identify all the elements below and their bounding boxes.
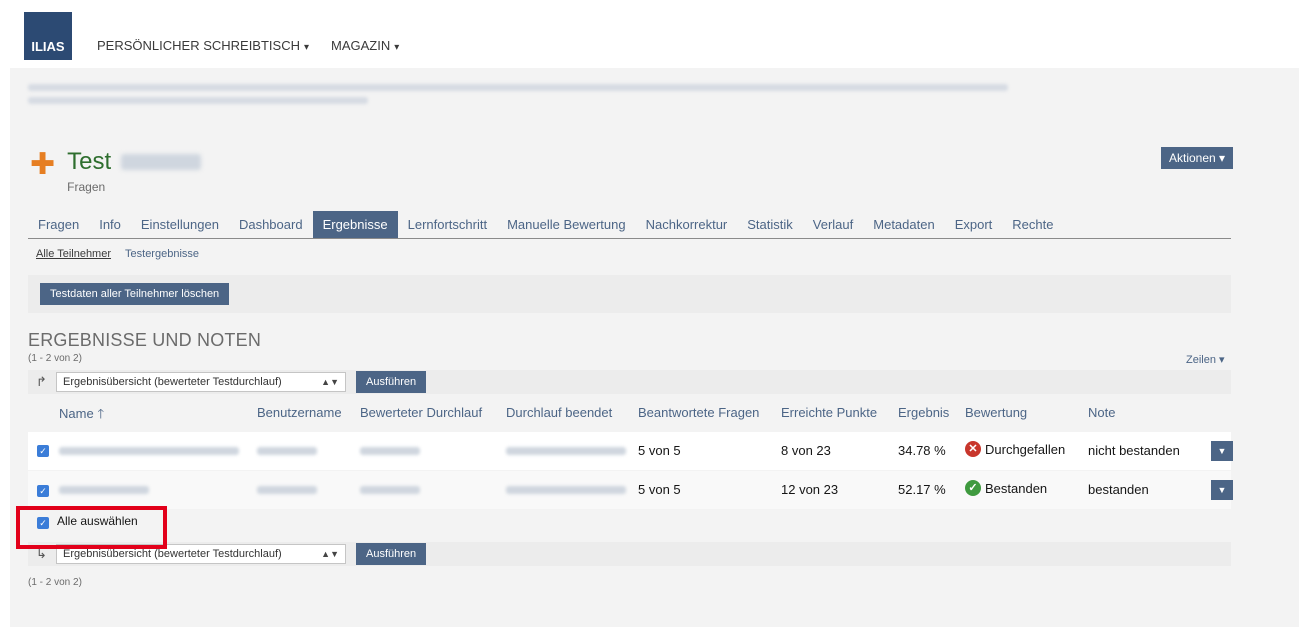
main-menu: PERSÖNLICHER SCHREIBTISCH ▾ MAGAZIN ▾	[97, 38, 399, 53]
result-cell: 52.17 %	[898, 482, 946, 497]
table-header: Name 🡑 Benutzername Bewerteter Durchlauf…	[28, 398, 1231, 428]
tab-statistik[interactable]: Statistik	[737, 211, 803, 238]
breadcrumb[interactable]	[28, 78, 1028, 112]
passed-check-icon: ✓	[965, 480, 981, 496]
tab-nachkorrektur[interactable]: Nachkorrektur	[636, 211, 738, 238]
tab-lernfortschritt[interactable]: Lernfortschritt	[398, 211, 497, 238]
select-arrows-icon: ▲▼	[321, 549, 339, 559]
points-cell: 8 von 23	[781, 443, 831, 458]
blurred-graded-run	[360, 447, 420, 455]
sort-up-arrow-icon: 🡑	[97, 406, 105, 421]
blurred-graded-run	[360, 486, 420, 494]
execute-button-bottom[interactable]: Ausführen	[356, 543, 427, 565]
highlight-box	[16, 506, 167, 549]
command-bar-top: ↱ Ergebnisübersicht (bewerteter Testdurc…	[28, 370, 1231, 394]
results-section-title: ERGEBNISSE UND NOTEN	[28, 330, 262, 350]
row-actions-dropdown[interactable]: ▼	[1211, 441, 1233, 461]
points-cell: 12 von 23	[781, 482, 839, 497]
blurred-name	[59, 486, 149, 494]
blurred-username	[257, 447, 317, 455]
results-count-bottom: (1 - 2 von 2)	[28, 577, 82, 588]
mark-cell: bestanden	[1088, 482, 1149, 497]
command-select-top[interactable]: Ergebnisübersicht (bewerteter Testdurchl…	[56, 372, 346, 392]
row-checkbox[interactable]: ✓	[37, 485, 49, 497]
table-row: ✓ 5 von 5 8 von 23 34.78 % ✕ Durchgefall…	[28, 432, 1233, 470]
mark-cell: nicht bestanden	[1088, 443, 1180, 458]
blurred-run-finished	[506, 486, 626, 494]
tab-verlauf[interactable]: Verlauf	[803, 211, 863, 238]
breadcrumb-blurred-line	[28, 84, 1008, 91]
ilias-logo[interactable]: ILIAS	[24, 12, 72, 60]
column-header-graded-run[interactable]: Bewerteter Durchlauf	[360, 405, 482, 420]
toolbar: Testdaten aller Teilnehmer löschen	[28, 275, 1231, 313]
caret-down-icon: ▾	[394, 42, 400, 53]
column-header-username[interactable]: Benutzername	[257, 405, 342, 420]
table-row: ✓ 5 von 5 12 von 23 52.17 % ✓ Bestanden …	[28, 471, 1233, 509]
rating-cell: ✕ Durchgefallen	[965, 441, 1065, 457]
result-cell: 34.78 %	[898, 443, 946, 458]
tab-export[interactable]: Export	[945, 211, 1003, 238]
command-bar-bottom: ↳ Ergebnisübersicht (bewerteter Testdurc…	[28, 542, 1231, 566]
page-subtitle: Fragen	[67, 180, 106, 194]
blurred-run-finished	[506, 447, 626, 455]
results-count-top: (1 - 2 von 2)	[28, 353, 82, 364]
tab-manuelle-bewertung[interactable]: Manuelle Bewertung	[497, 211, 636, 238]
blurred-date	[121, 154, 202, 170]
delete-all-test-data-button[interactable]: Testdaten aller Teilnehmer löschen	[40, 283, 230, 305]
tab-einstellungen[interactable]: Einstellungen	[131, 211, 229, 238]
subtab-all-participants[interactable]: Alle Teilnehmer	[36, 248, 111, 260]
caret-down-icon: ▾	[1219, 151, 1226, 165]
menu-repository[interactable]: MAGAZIN ▾	[331, 38, 399, 53]
select-arrows-icon: ▲▼	[321, 377, 339, 387]
rows-per-page-selector[interactable]: Zeilen ▾	[1186, 353, 1225, 366]
column-header-answered[interactable]: Beantwortete Fragen	[638, 405, 759, 420]
tab-ergebnisse[interactable]: Ergebnisse	[312, 211, 398, 238]
tab-metadaten[interactable]: Metadaten	[863, 211, 944, 238]
tab-dashboard[interactable]: Dashboard	[229, 211, 313, 238]
puzzle-icon: ✚	[30, 148, 56, 181]
subtab-test-results[interactable]: Testergebnisse	[125, 248, 199, 260]
caret-down-icon: ▼	[1217, 485, 1227, 495]
sub-tabs: Alle Teilnehmer Testergebnisse	[36, 248, 199, 260]
page-title: Test	[67, 148, 202, 176]
tab-rechte[interactable]: Rechte	[1002, 211, 1063, 238]
caret-down-icon: ▾	[1219, 354, 1225, 366]
caret-down-icon: ▾	[303, 42, 310, 53]
row-checkbox[interactable]: ✓	[37, 445, 49, 457]
blurred-name	[59, 447, 239, 455]
failed-x-icon: ✕	[965, 441, 981, 457]
tab-bar: Fragen Info Einstellungen Dashboard Erge…	[28, 211, 1231, 239]
row-actions-dropdown[interactable]: ▼	[1211, 480, 1233, 500]
column-header-mark[interactable]: Note	[1088, 405, 1115, 420]
column-header-points[interactable]: Erreichte Punkte	[781, 405, 877, 420]
column-header-rating[interactable]: Bewertung	[965, 405, 1027, 420]
caret-down-icon: ▼	[1217, 446, 1227, 456]
answered-cell: 5 von 5	[638, 443, 681, 458]
tab-info[interactable]: Info	[89, 211, 131, 238]
arrow-turn-up-right-icon: ↱	[36, 374, 47, 389]
page-header: ✚ Test Fragen	[30, 148, 202, 194]
column-header-result[interactable]: Ergebnis	[898, 405, 949, 420]
rating-cell: ✓ Bestanden	[965, 480, 1047, 496]
blurred-username	[257, 486, 317, 494]
actions-button[interactable]: Aktionen ▾	[1161, 147, 1234, 169]
answered-cell: 5 von 5	[638, 482, 681, 497]
breadcrumb-blurred-line	[28, 97, 368, 104]
menu-personal-desktop[interactable]: PERSÖNLICHER SCHREIBTISCH ▾	[97, 38, 309, 53]
column-header-name[interactable]: Name 🡑	[59, 405, 104, 427]
column-header-run-finished[interactable]: Durchlauf beendet	[506, 405, 612, 420]
tab-fragen[interactable]: Fragen	[28, 211, 89, 238]
top-bar: ILIAS PERSÖNLICHER SCHREIBTISCH ▾ MAGAZIN…	[0, 0, 1299, 68]
execute-button-top[interactable]: Ausführen	[356, 371, 427, 393]
content-panel: ✚ Test Fragen Aktionen ▾ Fragen Info Ein…	[10, 68, 1299, 627]
